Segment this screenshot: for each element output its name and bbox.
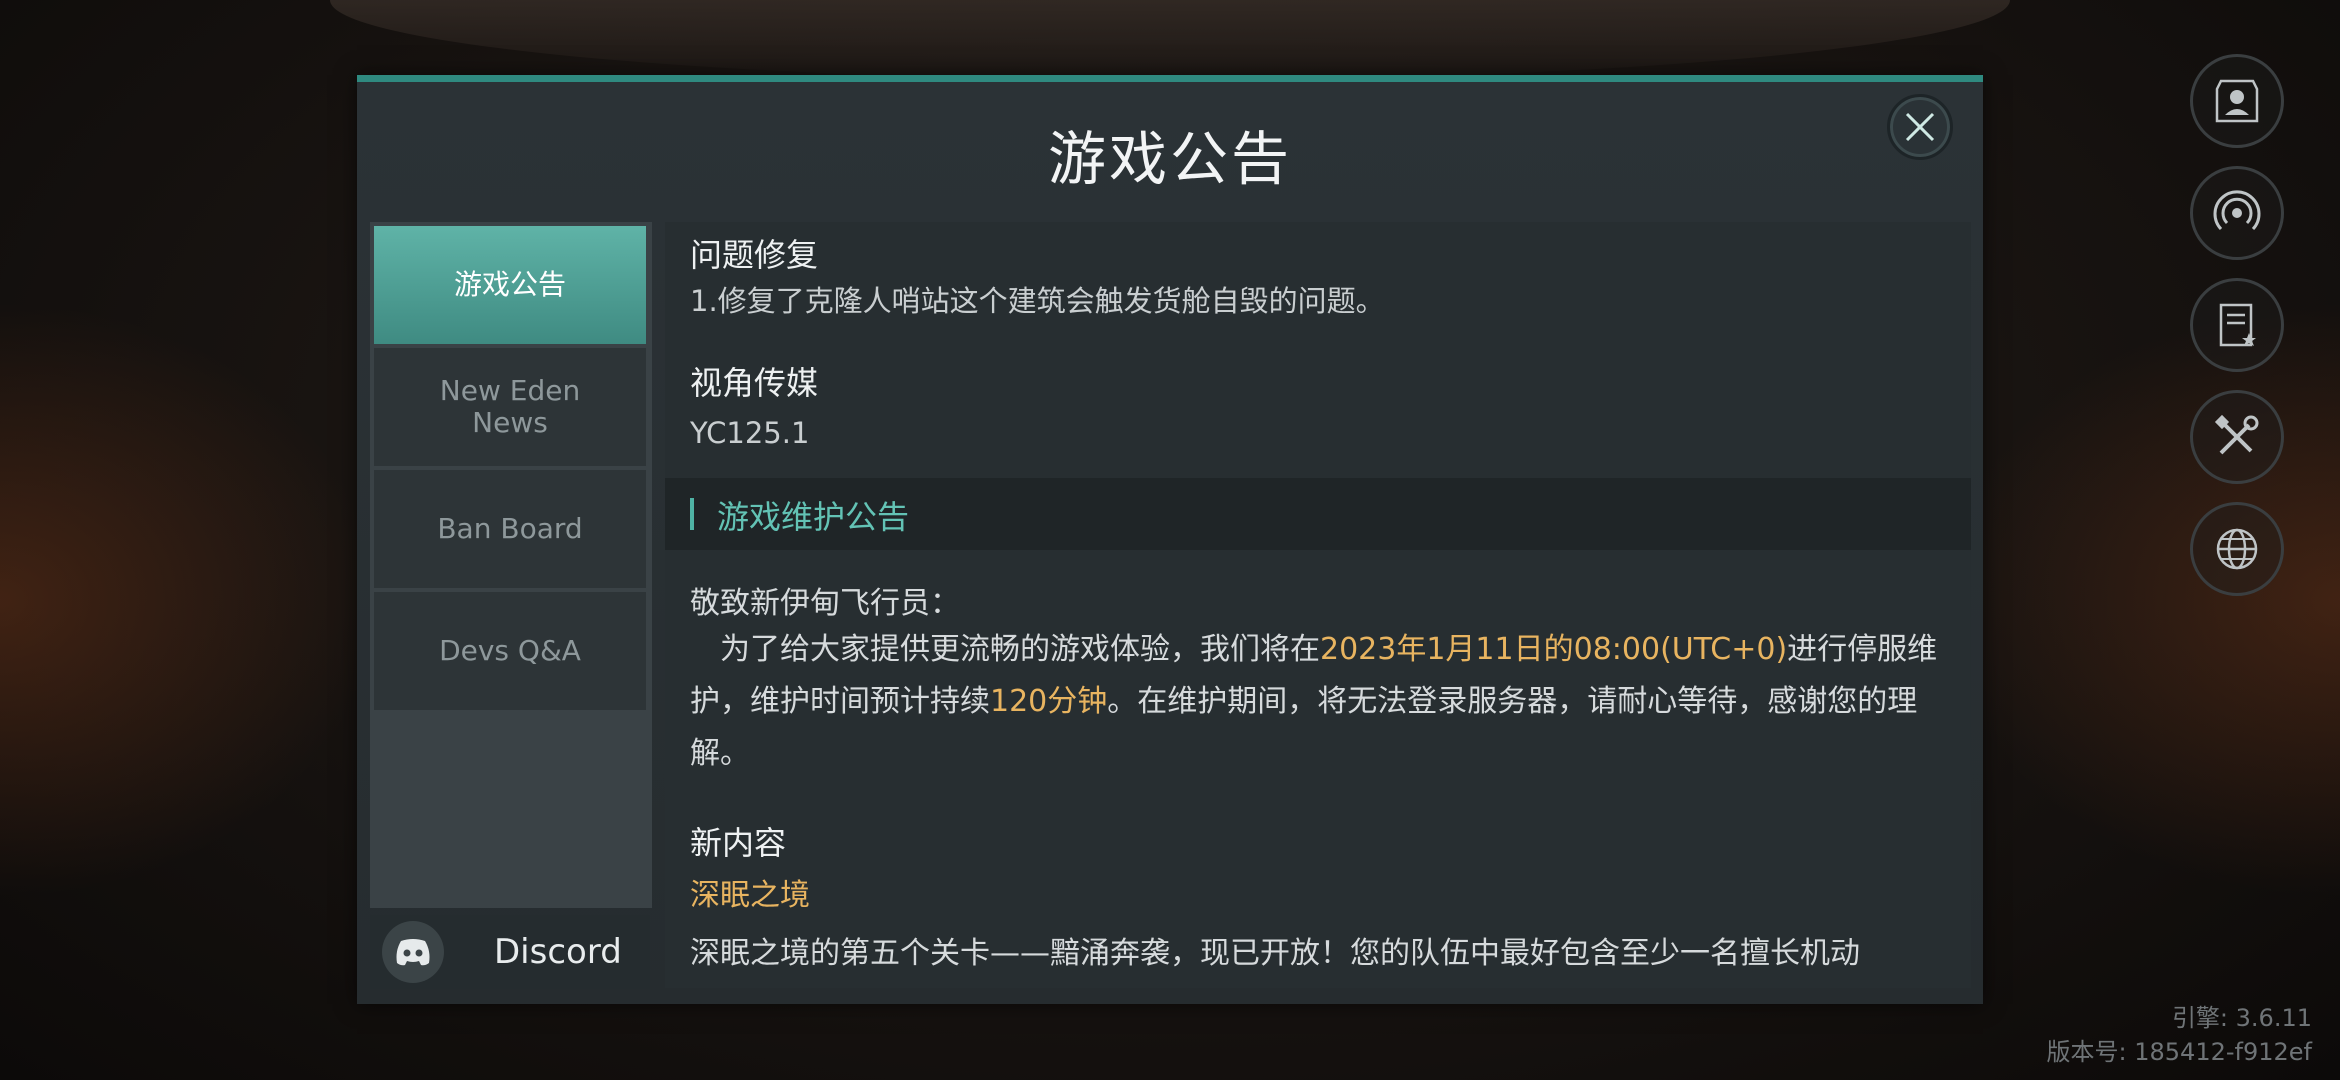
maintenance-paragraph: 为了给大家提供更流畅的游戏体验，我们将在2023年1月11日的08:00(UTC… (690, 624, 1950, 780)
greeting-text: 敬致新伊甸飞行员： (690, 586, 960, 621)
discord-icon (382, 921, 444, 983)
globe-icon (2216, 528, 2258, 570)
media-version: YC125.1 (690, 416, 810, 450)
maintenance-section-header: 游戏维护公告 (665, 478, 1971, 550)
deep-sleep-text: 深眠之境的第五个关卡——黯涌奔袭，现已开放！您的队伍中最好包含至少一名擅长机动 (690, 936, 1860, 971)
section-marker (690, 498, 694, 530)
background-top (330, 0, 2010, 80)
notes-button[interactable] (2190, 278, 2284, 372)
notes-icon (2219, 303, 2256, 347)
discord-button[interactable]: Discord (370, 915, 650, 989)
profile-button[interactable] (2190, 54, 2284, 148)
tab-devs-qa[interactable]: Devs Q&A (374, 592, 646, 710)
background-glow-left (0, 300, 380, 900)
tab-ban-board[interactable]: Ban Board (374, 470, 646, 588)
language-button[interactable] (2190, 502, 2284, 596)
media-heading: 视角传媒 (690, 364, 819, 402)
tab-label: Devs Q&A (439, 634, 581, 667)
dialog-title: 游戏公告 (1047, 125, 1292, 193)
profile-icon (2215, 79, 2259, 123)
new-content-heading: 新内容 (690, 824, 787, 862)
tools-button[interactable] (2190, 390, 2284, 484)
tab-game-announcement[interactable]: 游戏公告 (374, 226, 646, 344)
engine-version: 引擎: 3.6.11 (2171, 1004, 2312, 1032)
tab-label: New Eden News (439, 374, 581, 439)
signal-icon (2213, 190, 2261, 231)
background-glow-right (1940, 300, 2340, 900)
build-version: 版本号: 185412-f912ef (2046, 1038, 2312, 1066)
tab-label: Ban Board (437, 512, 583, 545)
close-button[interactable] (1887, 94, 1953, 160)
maintenance-title: 游戏维护公告 (717, 498, 910, 536)
bugfix-heading: 问题修复 (690, 236, 819, 274)
close-icon (1905, 112, 1935, 142)
tab-new-eden-news[interactable]: New Eden News (374, 348, 646, 466)
announcement-dialog: 游戏公告 游戏公告 New Eden News Ban Board Devs Q&… (357, 75, 1983, 1004)
sidebar: 游戏公告 New Eden News Ban Board Devs Q&A (370, 222, 652, 908)
announcement-content[interactable]: 问题修复 1.修复了克隆人哨站这个建筑会触发货舱自毁的问题。 视角传媒 YC12… (665, 222, 1971, 988)
deep-sleep-title: 深眠之境 (690, 878, 810, 913)
tab-label: 游戏公告 (453, 268, 566, 301)
signal-button[interactable] (2190, 166, 2284, 260)
maintenance-duration: 120分钟 (990, 684, 1108, 719)
tools-icon (2214, 414, 2259, 455)
discord-label: Discord (494, 932, 622, 972)
para-part1: 为了给大家提供更流畅的游戏体验，我们将在 (690, 632, 1320, 667)
bugfix-item: 1.修复了克隆人哨站这个建筑会触发货舱自毁的问题。 (690, 284, 1385, 318)
maintenance-time: 2023年1月11日的08:00(UTC+0) (1320, 632, 1788, 667)
